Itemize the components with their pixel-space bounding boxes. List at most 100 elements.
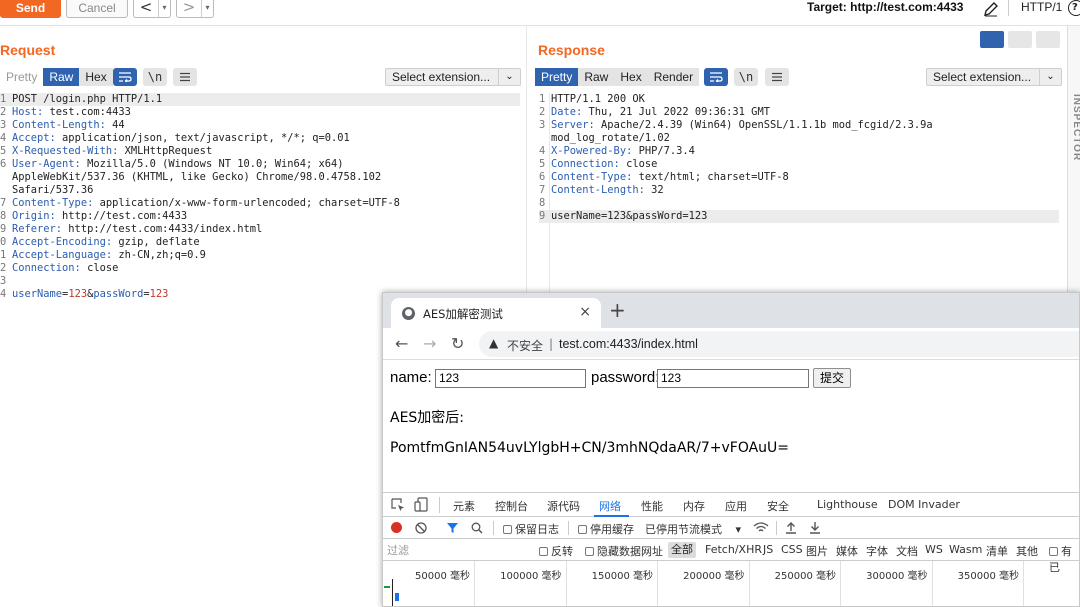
browser-tab[interactable]: ● AES加解密测试 × (391, 298, 601, 328)
warning-icon[interactable]: ▲ (489, 336, 498, 350)
code-line[interactable]: 8 (539, 197, 1059, 210)
type-filter-ws[interactable]: WS (925, 543, 943, 556)
import-har-icon[interactable] (785, 521, 797, 534)
code-text[interactable]: HTTP/1.1 200 OK (551, 93, 645, 106)
code-text[interactable]: userName=123&passWord=123 (12, 288, 168, 301)
tab-memory[interactable]: 内存 (683, 498, 705, 514)
tab-elements[interactable]: 元素 (453, 498, 475, 514)
device-toolbar-icon[interactable] (414, 497, 428, 512)
code-text[interactable]: X-Powered-By: PHP/7.3.4 (551, 145, 695, 158)
code-line[interactable]: 7 Content-Type: application/x-www-form-ur… (0, 197, 520, 210)
reload-icon[interactable]: ↻ (451, 334, 464, 353)
inspect-element-icon[interactable] (391, 498, 405, 512)
code-line[interactable]: 1 POST /login.php HTTP/1.1 (0, 93, 520, 106)
tab-application[interactable]: 应用 (725, 498, 747, 514)
code-line[interactable]: 4 Accept: application/json, text/javascri… (0, 132, 520, 145)
hamburger-menu-icon[interactable] (765, 68, 789, 86)
layout-tabs-icon[interactable] (1036, 31, 1060, 48)
code-text[interactable]: Content-Type: text/html; charset=UTF-8 (551, 171, 789, 184)
tab-console[interactable]: 控制台 (495, 498, 528, 514)
code-line[interactable]: 2 Connection: close (0, 262, 520, 275)
code-line[interactable]: 3 Server: Apache/2.4.39 (Win64) OpenSSL/1… (539, 119, 1059, 132)
clear-icon[interactable] (415, 522, 427, 534)
code-line[interactable]: 7 Content-Length: 32 (539, 184, 1059, 197)
type-filter-doc[interactable]: 文档 (896, 543, 918, 559)
preserve-log-checkbox[interactable]: 保留日志 (503, 521, 559, 537)
name-input[interactable]: 123 (435, 369, 586, 388)
http-version-label[interactable]: HTTP/1 (1008, 0, 1062, 16)
forward-dropdown-icon[interactable]: ▾ (201, 0, 213, 17)
type-filter-img[interactable]: 图片 (806, 543, 828, 559)
history-back-group[interactable]: < ▾ (133, 0, 171, 18)
url-text[interactable]: test.com:4433/index.html (559, 337, 698, 351)
checkbox-icon[interactable] (578, 525, 587, 534)
code-line[interactable]: 4 X-Powered-By: PHP/7.3.4 (539, 145, 1059, 158)
code-text[interactable]: Accept: application/json, text/javascrip… (12, 132, 350, 145)
tab-hex[interactable]: Hex (614, 68, 648, 86)
code-text[interactable]: Safari/537.36 (12, 184, 93, 197)
search-icon[interactable] (471, 522, 483, 534)
code-text[interactable]: Date: Thu, 21 Jul 2022 09:36:31 GMT (551, 106, 770, 119)
code-line[interactable]: 0 Accept-Encoding: gzip, deflate (0, 236, 520, 249)
response-editor[interactable]: 1 HTTP/1.1 200 OK 2 Date: Thu, 21 Jul 2022 … (539, 93, 1059, 223)
code-text[interactable]: AppleWebKit/537.36 (KHTML, like Gecko) C… (12, 171, 381, 184)
tab-lighthouse[interactable]: Lighthouse (817, 498, 878, 511)
code-text[interactable]: Server: Apache/2.4.39 (Win64) OpenSSL/1.… (551, 119, 933, 132)
type-filter-font[interactable]: 字体 (866, 543, 888, 559)
type-filter-manifest[interactable]: 清单 (986, 543, 1008, 559)
back-dropdown-icon[interactable]: ▾ (158, 0, 170, 17)
close-tab-icon[interactable]: × (579, 304, 591, 320)
hamburger-menu-icon[interactable] (173, 68, 197, 86)
back-icon[interactable]: ← (395, 334, 408, 353)
code-line[interactable]: 6 User-Agent: Mozilla/5.0 (Windows NT 10.… (0, 158, 520, 171)
tab-raw[interactable]: Raw (43, 68, 80, 86)
wrap-lines-icon[interactable] (113, 68, 137, 86)
code-text[interactable]: Connection: close (551, 158, 657, 171)
invert-checkbox[interactable]: 反转 (539, 543, 573, 559)
code-line[interactable]: 5 Connection: close (539, 158, 1059, 171)
code-text[interactable]: Accept-Encoding: gzip, deflate (12, 236, 200, 249)
throttling-select[interactable]: 已停用节流模式 ▾ (645, 521, 741, 537)
network-timeline[interactable]: 50000 毫秒 100000 毫秒 150000 毫秒 200000 毫秒 25000… (383, 561, 1079, 606)
filter-icon[interactable] (446, 522, 459, 534)
request-select-extension[interactable]: Select extension... ⌄ (385, 68, 521, 86)
code-line[interactable]: Safari/537.36 (0, 184, 520, 197)
send-button[interactable]: Send (0, 0, 61, 18)
tab-render[interactable]: Render (647, 68, 700, 86)
code-text[interactable]: Content-Length: 44 (12, 119, 125, 132)
code-line[interactable]: 3 Content-Length: 44 (0, 119, 520, 132)
code-text[interactable]: Accept-Language: zh-CN,zh;q=0.9 (12, 249, 206, 262)
code-text[interactable]: Referer: http://test.com:4433/index.html (12, 223, 262, 236)
type-filter-css[interactable]: CSS (781, 543, 803, 556)
address-bar[interactable]: ▲ 不安全 | test.com:4433/index.html (479, 331, 1079, 357)
tab-raw[interactable]: Raw (578, 68, 615, 86)
tab-dom-invader[interactable]: DOM Invader (888, 498, 960, 511)
checkbox-icon[interactable] (503, 525, 512, 534)
submit-button[interactable]: 提交 (813, 368, 851, 388)
checkbox-icon[interactable] (585, 547, 594, 556)
code-line[interactable]: 2 Host: test.com:4433 (0, 106, 520, 119)
forward-icon[interactable]: → (423, 334, 436, 353)
export-har-icon[interactable] (809, 521, 821, 534)
tab-security[interactable]: 安全 (767, 498, 789, 514)
layout-side-by-side-icon[interactable] (980, 31, 1004, 48)
show-newlines-button[interactable]: \n (734, 68, 758, 86)
tab-hex[interactable]: Hex (79, 68, 113, 86)
history-forward-group[interactable]: > ▾ (176, 0, 214, 18)
code-line[interactable]: 2 Date: Thu, 21 Jul 2022 09:36:31 GMT (539, 106, 1059, 119)
code-line[interactable]: 8 Origin: http://test.com:4433 (0, 210, 520, 223)
type-filter-media[interactable]: 媒体 (836, 543, 858, 559)
type-filter-xhr[interactable]: Fetch/XHR (705, 543, 762, 556)
code-text[interactable]: X-Requested-With: XMLHttpRequest (12, 145, 212, 158)
code-text[interactable]: User-Agent: Mozilla/5.0 (Windows NT 10.0… (12, 158, 344, 171)
code-text[interactable]: Content-Length: 32 (551, 184, 664, 197)
code-line[interactable]: 5 X-Requested-With: XMLHttpRequest (0, 145, 520, 158)
not-secure-label[interactable]: 不安全 (507, 337, 543, 354)
checkbox-icon[interactable] (539, 547, 548, 556)
cancel-button[interactable]: Cancel (66, 0, 128, 18)
tab-network[interactable]: 网络 (599, 498, 621, 514)
hide-data-urls-checkbox[interactable]: 隐藏数据网址 (585, 543, 663, 559)
response-select-extension[interactable]: Select extension... ⌄ (926, 68, 1062, 86)
layout-stacked-icon[interactable] (1008, 31, 1032, 48)
edit-target-icon[interactable] (982, 0, 1000, 18)
